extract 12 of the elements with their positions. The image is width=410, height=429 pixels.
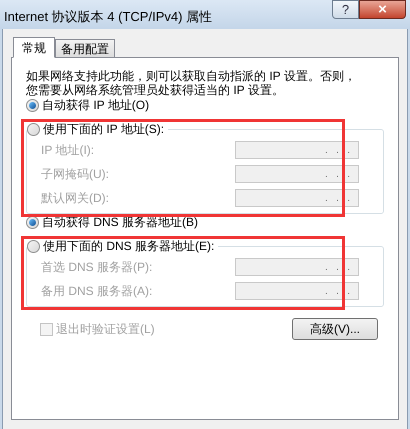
field-label: 首选 DNS 服务器(P): [41, 259, 152, 276]
field-label: 默认网关(D): [41, 190, 109, 207]
window-title: Internet 协议版本 4 (TCP/IPv4) 属性 [4, 8, 212, 26]
advanced-button[interactable]: 高级(V)... [292, 318, 378, 340]
field-label: IP 地址(I): [41, 142, 94, 159]
field-label: 子网掩码(U): [41, 166, 109, 183]
tab[interactable]: 常规 [13, 37, 55, 58]
radio-option[interactable]: 自动获得 IP 地址(O) [26, 97, 384, 113]
tab[interactable]: 备用配置 [55, 39, 115, 57]
description-text: 如果网络支持此功能，则可以获取自动指派的 IP 设置。否则，您需要从网络系统管理员处获得适当的 IP 设置。 [26, 69, 357, 97]
field-label: 备用 DNS 服务器(A): [41, 283, 152, 300]
help-button[interactable]: ? [332, 0, 359, 19]
